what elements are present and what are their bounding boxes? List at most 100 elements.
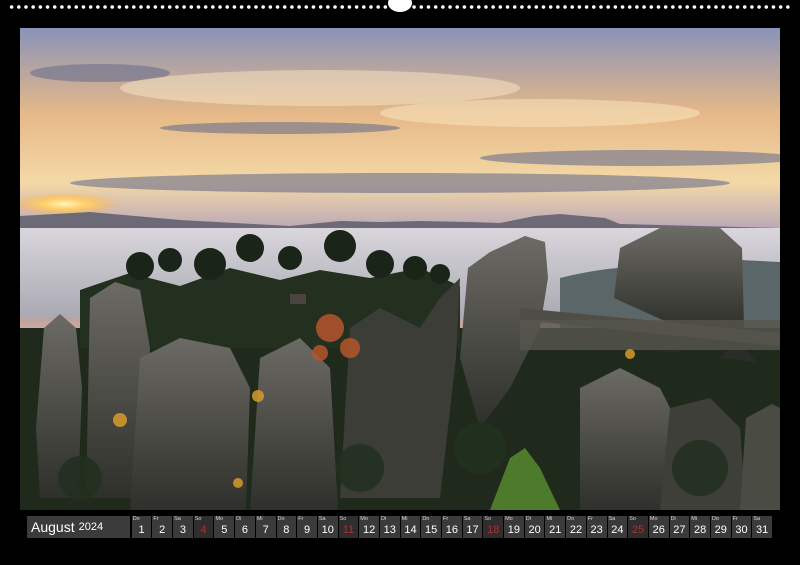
day-number: 11 — [342, 524, 355, 536]
day-cell: Fr 30 — [731, 516, 752, 538]
day-cell: Fr 16 — [442, 516, 462, 538]
day-number: 20 — [528, 524, 541, 536]
day-number: 9 — [303, 524, 311, 536]
day-number: 1 — [138, 524, 145, 536]
day-number: 3 — [179, 524, 186, 536]
day-cell: Mi 14 — [400, 516, 421, 538]
weekday-label: Mi — [546, 516, 553, 522]
day-number: 5 — [221, 524, 228, 536]
day-cell: Do 15 — [421, 516, 441, 538]
day-number: 24 — [611, 524, 624, 536]
weekday-label: Sa — [318, 516, 326, 522]
day-number: 31 — [756, 524, 769, 536]
weekday-label: Di — [525, 516, 531, 522]
day-cell: Do 22 — [566, 516, 586, 538]
day-cell: Fr 2 — [152, 516, 173, 538]
weekday-label: Do — [711, 516, 719, 522]
weekday-label: So — [194, 516, 202, 522]
weekday-label: Do — [132, 516, 140, 522]
day-number: 22 — [569, 524, 583, 536]
day-cell: Mo 12 — [359, 516, 379, 538]
day-cell: Fr 23 — [586, 516, 607, 538]
day-number: 12 — [362, 524, 376, 536]
spiral-binding — [0, 0, 800, 14]
weekday-label: Di — [670, 516, 676, 522]
day-cell: So 25 — [628, 516, 648, 538]
weekday-label: Mi — [691, 516, 698, 522]
weekday-label: Do — [567, 516, 575, 522]
day-cell: Mi 28 — [690, 516, 710, 538]
day-number: 18 — [487, 524, 500, 536]
weekday-label: Sa — [608, 516, 616, 522]
weekday-label: So — [484, 516, 492, 522]
day-number: 30 — [735, 524, 748, 536]
day-number: 25 — [631, 524, 645, 536]
day-cell: So 4 — [193, 516, 214, 538]
day-cell: Sa 3 — [173, 516, 193, 538]
weekday-label: Do — [277, 516, 285, 522]
weekday-label: Mi — [256, 516, 263, 522]
day-cell: Mo 19 — [504, 516, 524, 538]
weekday-label: Di — [236, 516, 242, 522]
day-cell: Sa 31 — [752, 516, 772, 538]
day-cell: Di 6 — [235, 516, 255, 538]
weekday-label: Mo — [360, 516, 368, 522]
calendar-photo — [20, 28, 780, 510]
day-number: 27 — [673, 524, 686, 536]
day-number: 29 — [714, 524, 727, 536]
day-number: 2 — [159, 524, 166, 536]
weekday-label: Fr — [298, 516, 304, 522]
day-number: 6 — [241, 524, 249, 536]
day-number: 23 — [590, 524, 603, 536]
weekday-label: Mi — [401, 516, 408, 522]
day-number: 21 — [549, 524, 562, 536]
day-cell: Do 8 — [276, 516, 297, 538]
day-number: 16 — [445, 524, 458, 536]
hanger-hole — [388, 0, 412, 12]
weekday-label: Fr — [587, 516, 594, 522]
weekday-label: Sa — [174, 516, 181, 522]
weekday-label: So — [629, 516, 636, 522]
day-cell: Sa 24 — [607, 516, 628, 538]
day-cell: Di 13 — [379, 516, 400, 538]
weekday-label: Mo — [215, 516, 224, 522]
weekday-label: Mo — [505, 516, 513, 522]
day-number: 4 — [200, 524, 207, 536]
weekday-label: Sa — [753, 516, 761, 522]
day-cell: So 11 — [338, 516, 359, 538]
weekday-label: Mo — [649, 516, 658, 522]
day-cell: Mo 5 — [214, 516, 235, 538]
day-number: 8 — [283, 524, 290, 536]
day-cells: Do 1 Fr 2 Sa 3 So 4 Mo 5 Di 6 Mi 7 Do 8 Fr 9 Sa 10 So 11 Mo 12 D… — [131, 516, 773, 538]
day-cell: Di 20 — [524, 516, 545, 538]
landscape-photo — [20, 28, 780, 510]
day-cell: Mi 7 — [255, 516, 276, 538]
calendar-strip: August 2024 Do 1 Fr 2 Sa 3 So 4 Mo 5 Di 6 Mi 7 Do 8 Fr 9 S… — [27, 516, 773, 538]
day-number: 26 — [652, 524, 665, 536]
day-cell: Di 27 — [669, 516, 690, 538]
day-cell: Mo 26 — [648, 516, 669, 538]
day-number: 19 — [507, 524, 521, 536]
day-number: 28 — [693, 524, 707, 536]
day-cell: Do 1 — [131, 516, 152, 538]
day-cell: Fr 9 — [297, 516, 317, 538]
day-number: 10 — [321, 524, 334, 536]
day-cell: Do 29 — [710, 516, 731, 538]
day-number: 15 — [425, 524, 438, 536]
day-number: 7 — [262, 524, 269, 536]
day-cell: So 18 — [483, 516, 504, 538]
month-label: August 2024 — [27, 516, 130, 538]
day-number: 13 — [383, 524, 396, 536]
day-number: 14 — [404, 524, 417, 536]
weekday-label: Do — [422, 516, 430, 522]
day-cell: Mi 21 — [545, 516, 566, 538]
day-number: 17 — [466, 524, 479, 536]
weekday-label: So — [339, 516, 347, 522]
year-label: 2024 — [78, 521, 104, 533]
month-name: August — [31, 519, 75, 535]
weekday-label: Fr — [153, 516, 159, 522]
weekday-label: Fr — [443, 516, 449, 522]
weekday-label: Sa — [463, 516, 471, 522]
day-cell: Sa 10 — [317, 516, 338, 538]
weekday-label: Di — [380, 516, 387, 522]
